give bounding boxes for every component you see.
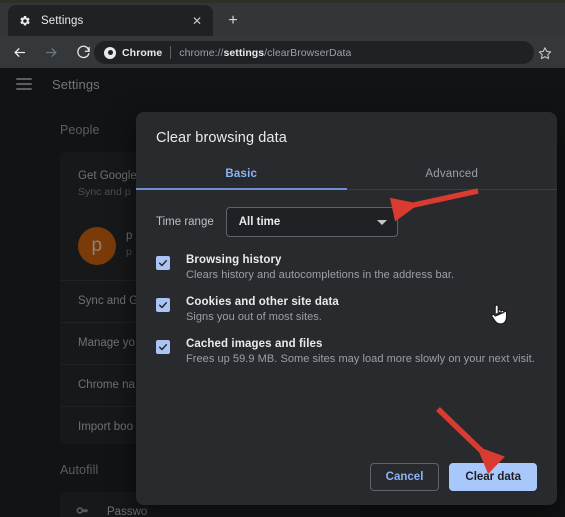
- reload-icon[interactable]: [70, 39, 96, 65]
- dialog-tab-bar: Basic Advanced: [136, 158, 557, 190]
- time-range-label: Time range: [156, 216, 214, 228]
- close-icon[interactable]: ✕: [189, 13, 205, 29]
- option-cached-images-files[interactable]: Cached images and files Frees up 59.9 MB…: [156, 338, 537, 365]
- dialog-title: Clear browsing data: [156, 130, 287, 146]
- dialog-footer: Cancel Clear data: [136, 449, 557, 505]
- option-description: Clears history and autocompletions in th…: [186, 269, 455, 281]
- clear-data-button[interactable]: Clear data: [449, 463, 537, 491]
- address-bar[interactable]: Chrome chrome://settings/clearBrowserDat…: [94, 41, 534, 64]
- forward-arrow-icon: [38, 39, 64, 65]
- omnibox-chip-label: Chrome: [122, 46, 163, 59]
- option-text: Cookies and other site data Signs you ou…: [186, 296, 339, 323]
- back-arrow-icon[interactable]: [6, 39, 32, 65]
- omnibox-separator: [170, 46, 172, 59]
- chrome-logo-icon: [104, 46, 116, 59]
- url-suffix: /clearBrowserData: [264, 46, 352, 59]
- chevron-down-icon: [376, 219, 387, 225]
- time-range-value: All time: [238, 216, 281, 228]
- option-description: Frees up 59.9 MB. Some sites may load mo…: [186, 353, 535, 365]
- option-cookies-site-data[interactable]: Cookies and other site data Signs you ou…: [156, 296, 537, 323]
- url-bold: settings: [223, 46, 265, 59]
- option-title: Cached images and files: [186, 338, 323, 350]
- checkbox-browsing-history[interactable]: [156, 256, 170, 270]
- option-title: Cookies and other site data: [186, 296, 339, 308]
- new-tab-button[interactable]: +: [222, 10, 244, 32]
- data-type-options: Browsing history Clears history and auto…: [156, 254, 537, 365]
- browser-window: Settings ✕ + Chrome chrome://settings/cl…: [0, 0, 565, 517]
- time-range-select[interactable]: All time: [225, 207, 398, 237]
- url-prefix: chrome://: [179, 46, 224, 59]
- browser-tab-settings[interactable]: Settings ✕: [8, 5, 213, 36]
- option-browsing-history[interactable]: Browsing history Clears history and auto…: [156, 254, 537, 281]
- checkbox-cached-images-files[interactable]: [156, 340, 170, 354]
- cancel-button[interactable]: Cancel: [369, 463, 440, 491]
- option-text: Cached images and files Frees up 59.9 MB…: [186, 338, 535, 365]
- tab-strip: Settings ✕ +: [0, 0, 565, 36]
- option-description: Signs you out of most sites.: [186, 311, 322, 323]
- omnibox-url: chrome://settings/clearBrowserData: [179, 47, 351, 59]
- tab-basic[interactable]: Basic: [136, 158, 347, 189]
- tab-title: Settings: [41, 14, 84, 27]
- checkbox-cookies-site-data[interactable]: [156, 298, 170, 312]
- gear-icon: [18, 14, 32, 28]
- omnibox-chrome-chip: Chrome: [104, 46, 163, 59]
- tab-advanced[interactable]: Advanced: [347, 158, 558, 189]
- star-icon[interactable]: [534, 42, 556, 64]
- option-text: Browsing history Clears history and auto…: [186, 254, 454, 281]
- time-range-row: Time range All time: [156, 207, 537, 237]
- pointer-hand-cursor: [491, 304, 508, 325]
- option-title: Browsing history: [186, 254, 282, 266]
